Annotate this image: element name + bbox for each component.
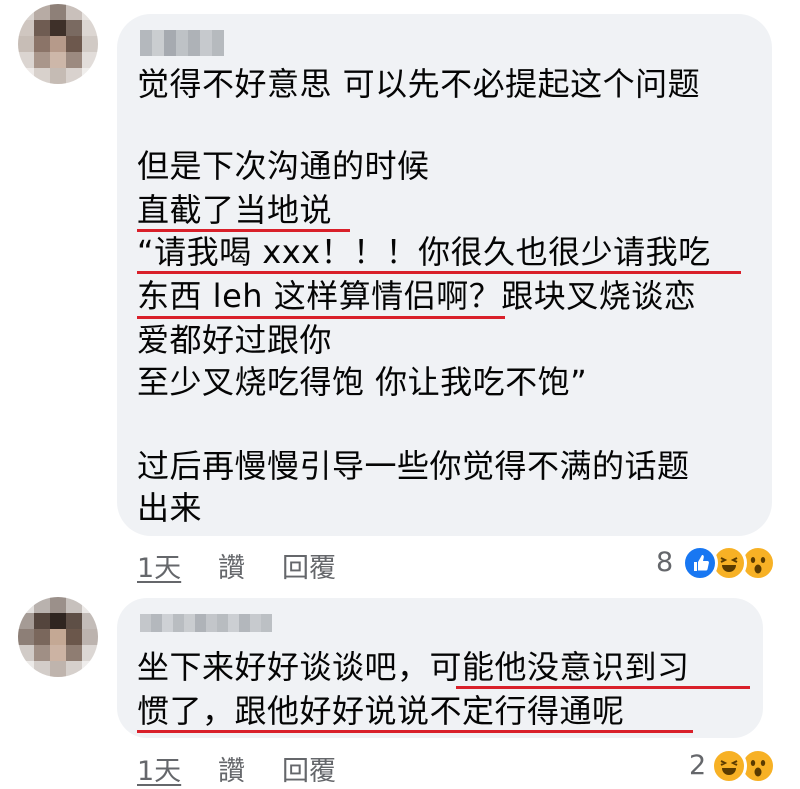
comment-timestamp[interactable]: 1天 bbox=[137, 546, 181, 585]
like-button[interactable]: 讚 bbox=[218, 749, 245, 788]
highlight-underline bbox=[137, 271, 741, 274]
comment-text-line: 至少叉烧吃得饱 你让我吃不饱” bbox=[137, 363, 588, 401]
comment-text-line: 惯了，跟他好好说说不定行得通呢 bbox=[137, 692, 625, 730]
highlight-underline bbox=[137, 316, 505, 319]
comment-text-line: 觉得不好意思 可以先不必提起这个问题 bbox=[137, 65, 701, 103]
like-button[interactable]: 讚 bbox=[218, 546, 245, 585]
reply-button[interactable]: 回覆 bbox=[282, 749, 336, 788]
haha-icon bbox=[711, 748, 747, 784]
comment-text-line: 但是下次沟通的时候 bbox=[137, 147, 430, 185]
avatar[interactable] bbox=[18, 4, 98, 84]
avatar[interactable] bbox=[18, 597, 98, 677]
comment-text-line: 坐下来好好谈谈吧，可能他没意识到习 bbox=[137, 648, 690, 686]
comment-text-line: 爱都好过跟你 bbox=[137, 321, 333, 359]
comment-timestamp[interactable]: 1天 bbox=[137, 749, 181, 788]
highlight-underline bbox=[137, 730, 693, 733]
highlight-underline bbox=[456, 686, 750, 689]
commenter-name[interactable] bbox=[140, 614, 272, 632]
comment-text-line: 东西 leh 这样算情侣啊？跟块叉烧谈恋 bbox=[137, 277, 697, 315]
comment-text-line: “请我喝 xxx！！！你很久也很少请我吃 bbox=[137, 233, 711, 271]
comment-text-line: 出来 bbox=[137, 489, 203, 527]
reply-button[interactable]: 回覆 bbox=[282, 546, 336, 585]
comment-text-line: 直截了当地说 bbox=[137, 191, 333, 229]
commenter-name[interactable] bbox=[140, 30, 224, 56]
comment-text-line: 过后再慢慢引导一些你觉得不满的话题 bbox=[137, 447, 690, 485]
reaction-count[interactable]: 8 bbox=[656, 547, 673, 578]
reaction-count[interactable]: 2 bbox=[689, 750, 706, 781]
like-icon bbox=[682, 545, 718, 581]
